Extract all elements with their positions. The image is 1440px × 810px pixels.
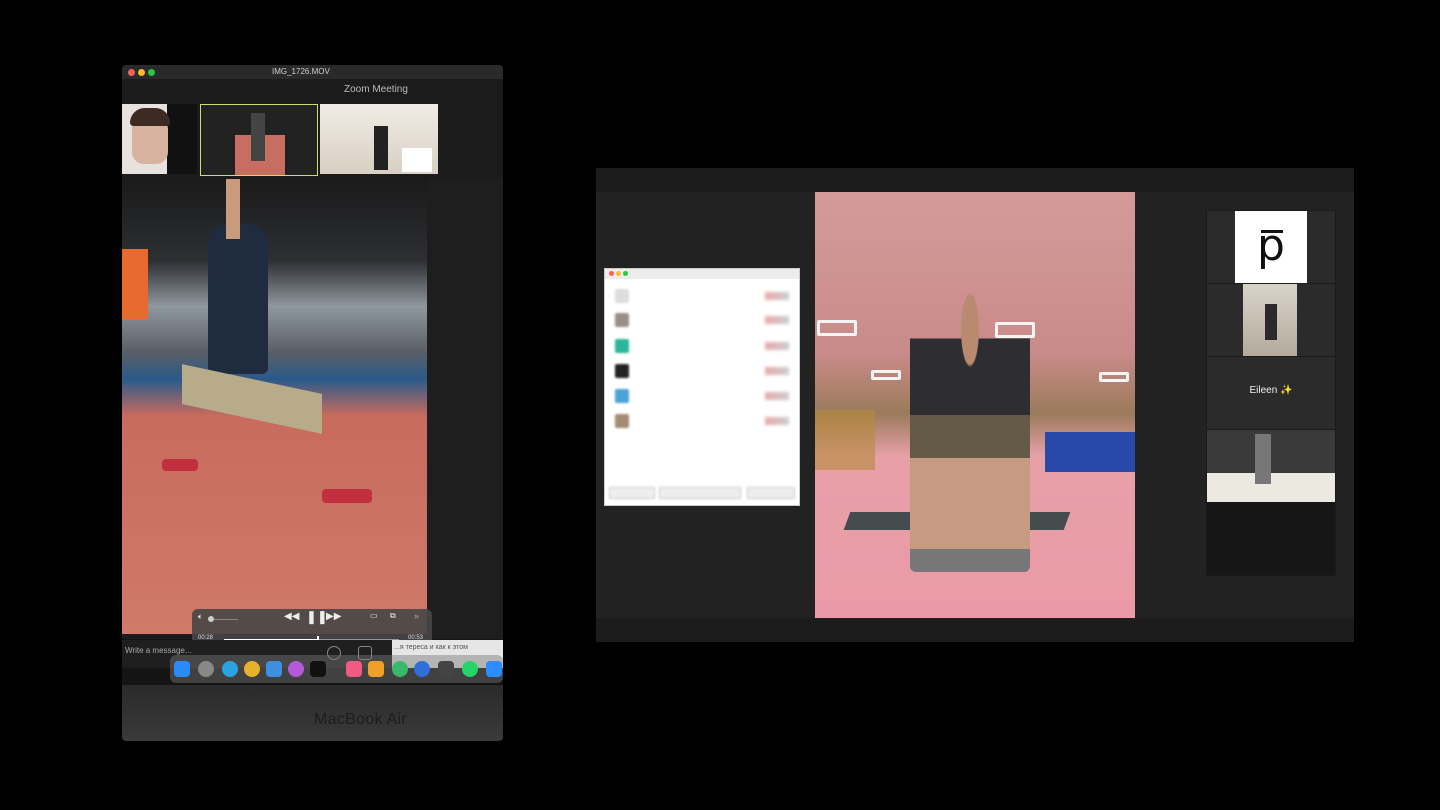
participant-video — [1207, 430, 1335, 502]
avatar — [615, 313, 629, 327]
participant-row[interactable] — [615, 313, 791, 327]
avatar — [615, 339, 629, 353]
finder-icon[interactable] — [174, 661, 190, 677]
wall-panel — [815, 410, 875, 470]
mute-icon[interactable]: 🔈︎ — [198, 612, 203, 622]
video-player-window: IMG_1726.MOV Zoom Meeting 🔈︎ ◀◀ ❚❚ ▶▶ ▭ … — [122, 65, 503, 741]
panel-button[interactable] — [609, 487, 655, 499]
podcasts-icon[interactable] — [288, 661, 304, 677]
participant-controls — [765, 342, 789, 350]
person-figure — [1255, 434, 1271, 484]
brand-logo: p — [1235, 211, 1307, 283]
shoe — [322, 489, 372, 503]
instructor-figure — [910, 287, 1030, 572]
chrome-icon[interactable] — [244, 661, 260, 677]
wall-sign — [122, 249, 148, 319]
avatar — [615, 414, 629, 428]
books-icon[interactable] — [368, 661, 384, 677]
chat-message-text: ...я тереса и как к этом — [394, 644, 468, 651]
tv-icon[interactable] — [310, 661, 326, 677]
zoom-window-button[interactable] — [148, 69, 155, 76]
airplay-icon[interactable]: ▭ — [370, 611, 378, 620]
participant-thumbnail-active[interactable] — [200, 104, 318, 176]
close-window-button[interactable] — [128, 69, 135, 76]
video-side-area — [427, 179, 503, 639]
chat-input[interactable]: Write a message... — [125, 646, 192, 655]
music-icon[interactable] — [346, 661, 362, 677]
panel-button[interactable] — [747, 487, 795, 499]
avatar — [615, 389, 629, 403]
window-titlebar: IMG_1726.MOV — [122, 65, 503, 79]
launchpad-icon[interactable] — [198, 661, 214, 677]
minimize-window-button[interactable] — [616, 271, 621, 276]
participant-controls — [765, 316, 789, 324]
macos-dock — [170, 655, 503, 683]
safari-icon[interactable] — [414, 661, 430, 677]
laptop-bezel: MacBook Air — [122, 685, 503, 741]
participant-tile[interactable] — [1206, 283, 1336, 357]
zoom-meeting-capture: Zoom Meeting 🔈︎ ◀◀ ❚❚ ▶▶ ▭ ⧉ » 00:28 00:… — [122, 79, 503, 647]
person-figure — [374, 126, 388, 170]
participant-row[interactable] — [615, 414, 791, 428]
participant-controls — [765, 367, 789, 375]
rewind-icon[interactable]: ◀◀ — [284, 611, 299, 622]
ceiling-light — [1099, 372, 1129, 382]
whatsapp-icon[interactable] — [462, 661, 478, 677]
gym-equipment — [1045, 432, 1135, 472]
ceiling-light — [871, 370, 901, 380]
participant-row[interactable] — [615, 289, 791, 303]
participant-thumbnail[interactable] — [122, 104, 197, 174]
participant-thumbnail[interactable] — [320, 104, 438, 174]
participant-gallery: p Eileen ✨ — [1206, 210, 1336, 576]
close-window-button[interactable] — [609, 271, 614, 276]
person-shorts — [182, 364, 322, 434]
shared-video-feed — [122, 179, 427, 634]
pause-icon[interactable]: ❚❚ — [306, 609, 328, 625]
participant-controls — [765, 417, 789, 425]
participant-tile[interactable]: Eileen ✨ — [1206, 356, 1336, 430]
furniture — [402, 148, 432, 172]
participant-row[interactable] — [615, 339, 791, 353]
ceiling-light — [817, 320, 857, 336]
app-icon[interactable] — [266, 661, 282, 677]
avatar — [615, 364, 629, 378]
app-icon[interactable] — [438, 661, 454, 677]
logo-macron — [1261, 230, 1283, 233]
participant-name: Eileen ✨ — [1249, 385, 1293, 396]
picture-in-picture-icon[interactable]: ⧉ — [390, 611, 396, 621]
volume-slider-knob[interactable] — [208, 616, 214, 622]
logo-letter: p — [1257, 220, 1285, 271]
participant-row[interactable] — [615, 364, 791, 378]
video-call-window: p Eileen ✨ — [596, 168, 1354, 642]
telegram-icon[interactable] — [222, 661, 238, 677]
avatar — [615, 289, 629, 303]
call-top-bar — [596, 168, 1354, 192]
person-figure — [1265, 304, 1277, 340]
laptop-label: MacBook Air — [314, 711, 408, 728]
person-figure — [251, 113, 265, 161]
active-speaker-video — [815, 192, 1135, 618]
call-bottom-bar — [596, 618, 1354, 642]
shared-screen-window — [604, 268, 800, 506]
zoom-meeting-title: Zoom Meeting — [344, 84, 408, 95]
zoom-icon[interactable] — [486, 661, 502, 677]
zoom-window-button[interactable] — [623, 271, 628, 276]
more-icon[interactable]: » — [414, 611, 419, 621]
app-icon[interactable] — [392, 661, 408, 677]
shoe — [162, 459, 198, 471]
participant-controls — [765, 392, 789, 400]
participant-controls — [765, 292, 789, 300]
participant-row[interactable] — [615, 389, 791, 403]
hair-image — [130, 108, 170, 126]
fast-forward-icon[interactable]: ▶▶ — [326, 611, 341, 622]
panel-button[interactable] — [659, 487, 741, 499]
window-title: IMG_1726.MOV — [272, 67, 330, 76]
participant-video — [1243, 284, 1297, 356]
person-torso — [208, 224, 268, 374]
participant-tile[interactable] — [1206, 429, 1336, 576]
person-arm — [226, 179, 240, 239]
participant-tile[interactable]: p — [1206, 210, 1336, 284]
shared-window-titlebar — [605, 269, 799, 279]
minimize-window-button[interactable] — [138, 69, 145, 76]
